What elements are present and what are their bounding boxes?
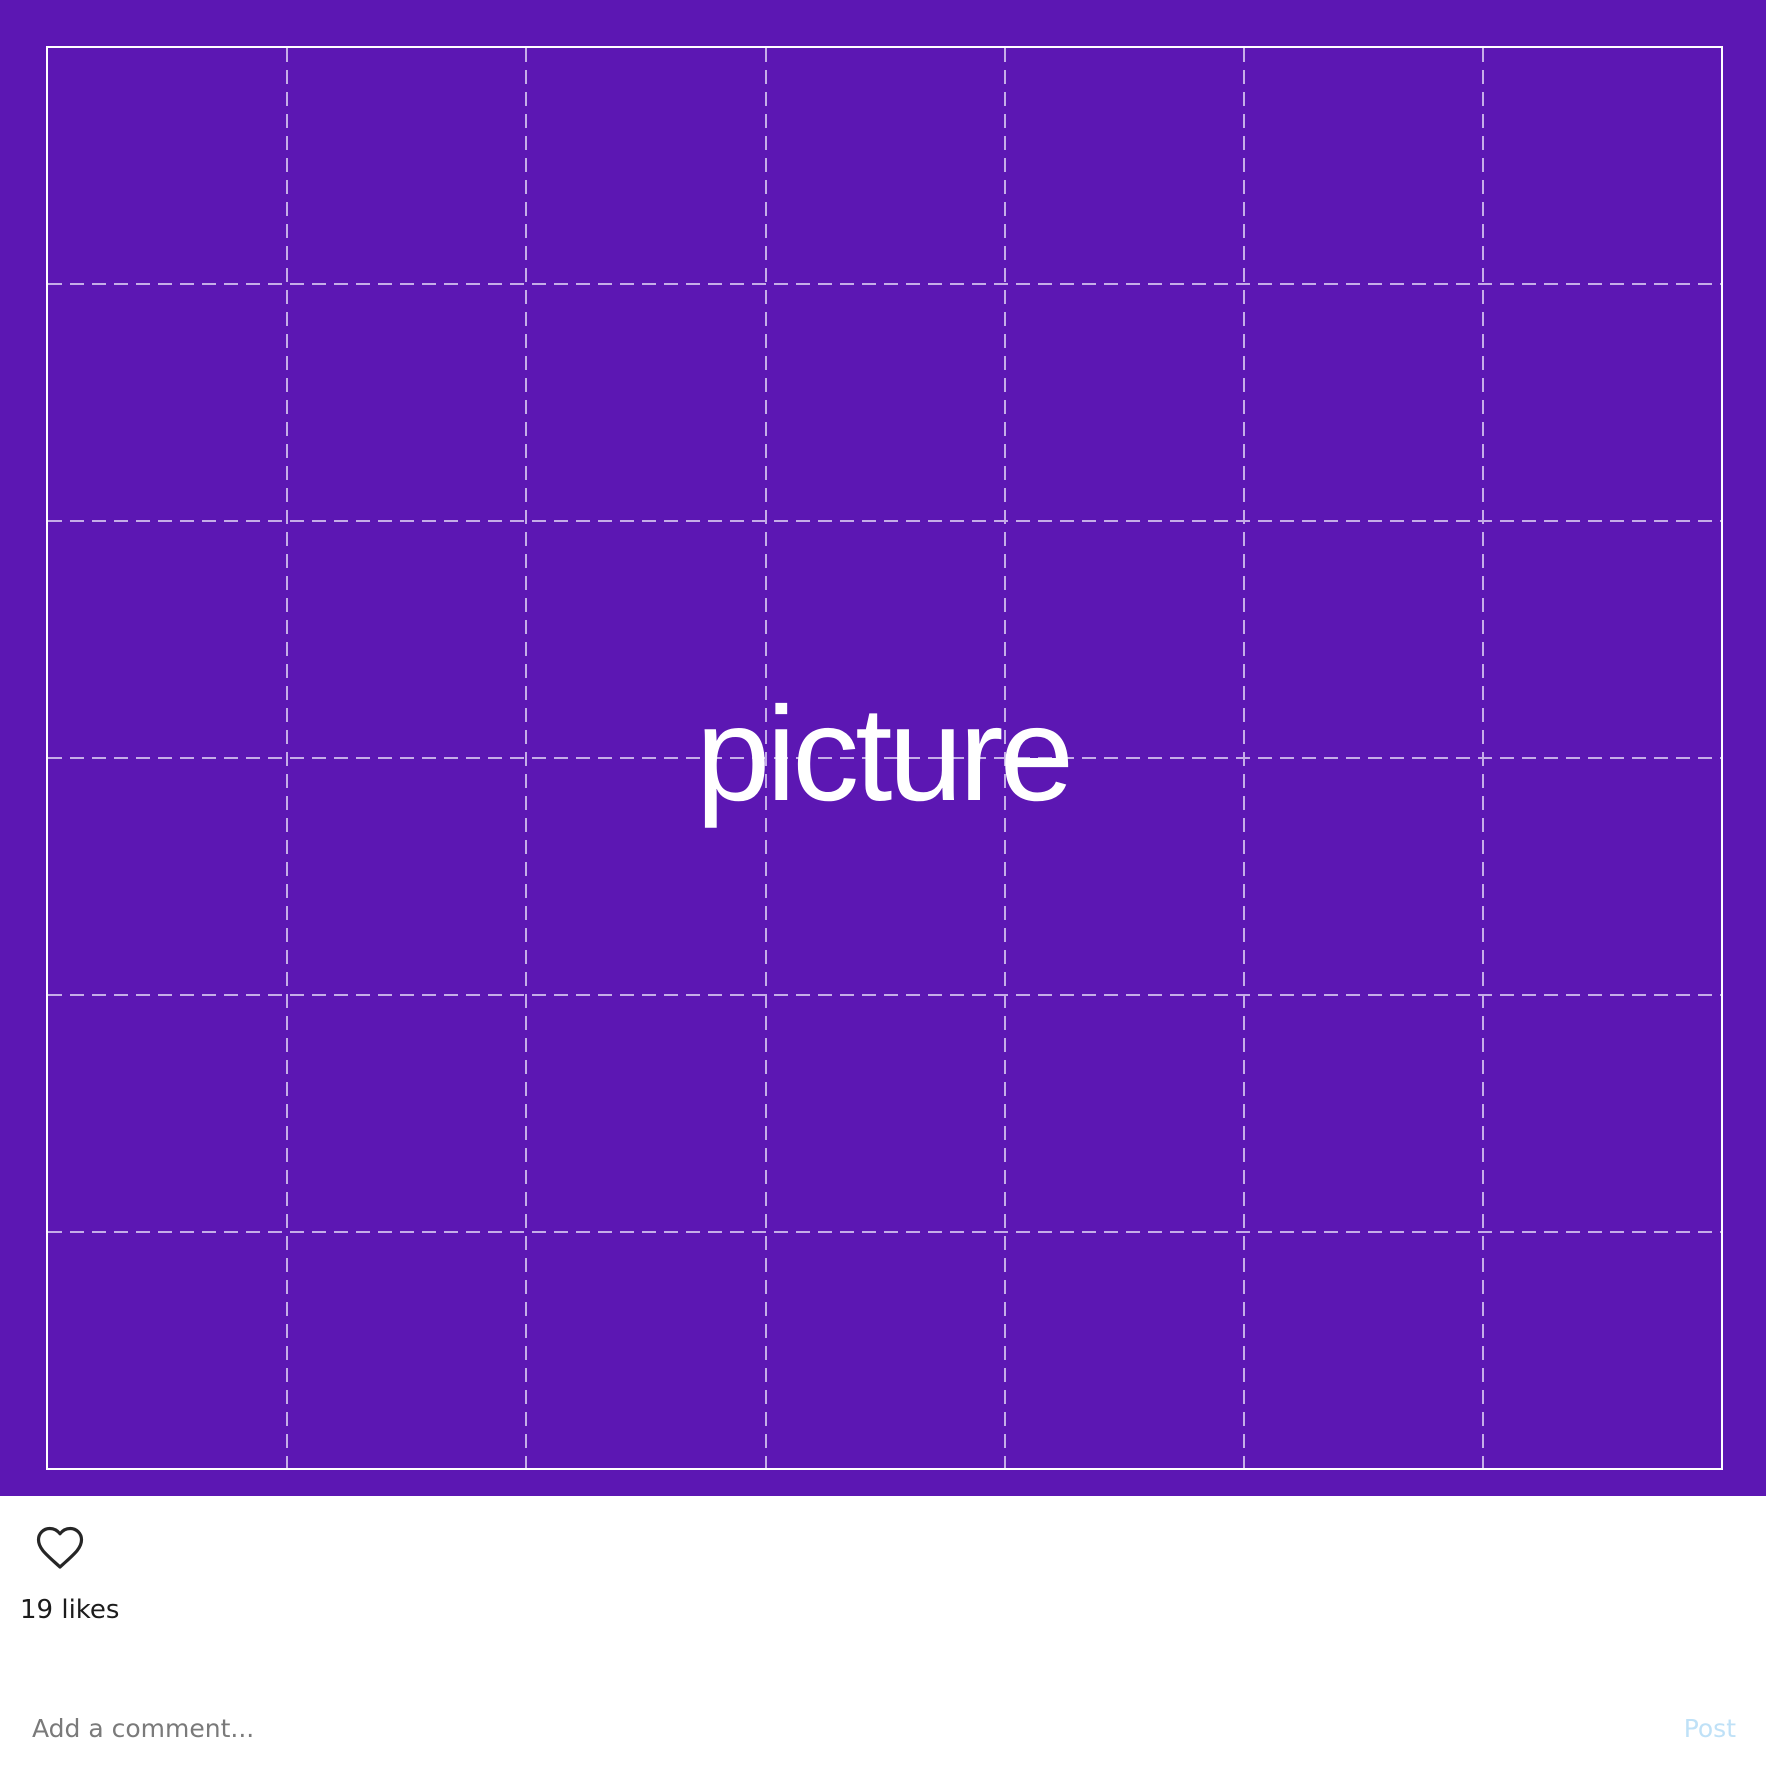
- post-image-placeholder: picture: [0, 0, 1766, 1496]
- post-actions: [34, 1522, 86, 1574]
- comment-bar: Post: [0, 1696, 1766, 1760]
- like-button[interactable]: [34, 1522, 86, 1574]
- heart-outline-icon: [36, 1526, 84, 1569]
- comment-input[interactable]: [32, 1706, 1632, 1750]
- image-placeholder-label: picture: [695, 679, 1074, 829]
- post-comment-button[interactable]: Post: [1684, 1706, 1736, 1750]
- likes-count: 19 likes: [20, 1595, 120, 1625]
- social-post: picture 19 likes Post: [0, 0, 1766, 1780]
